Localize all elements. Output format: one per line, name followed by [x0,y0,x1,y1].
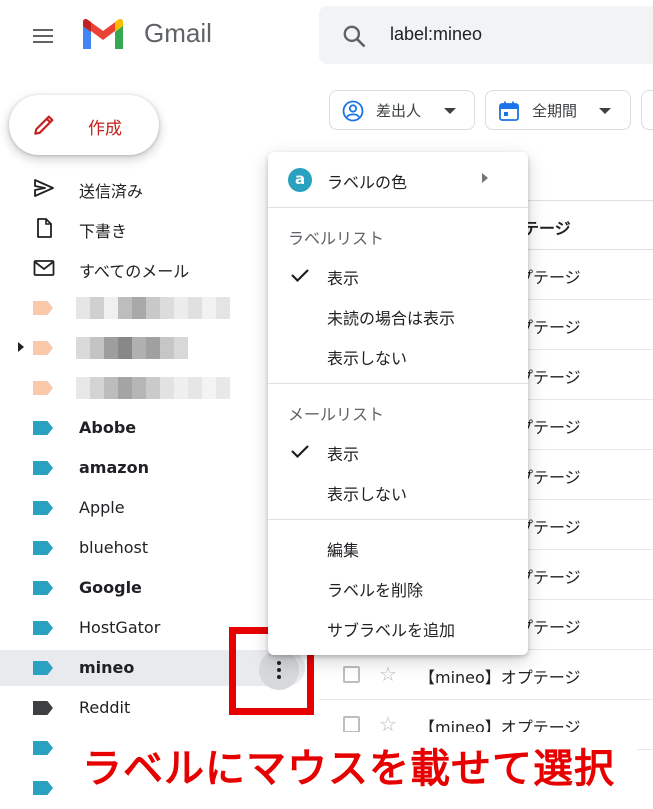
sidebar-item-label: Abobe [79,418,137,437]
sidebar-item-google[interactable]: Google [0,570,310,606]
label-tag-icon [33,378,55,398]
sidebar-item-apple[interactable]: Apple [0,490,310,526]
label-tag-icon [33,738,55,758]
label-tag-icon [33,458,55,478]
sidebar-item-label: 送信済み [79,182,144,201]
email-checkbox[interactable] [343,716,360,733]
menu-item-label: 表示しない [327,349,408,368]
menu-item-label: サブラベルを追加 [327,621,456,640]
blurred-label-text [76,377,230,399]
search-icon[interactable] [341,23,367,49]
sender-filter-chip[interactable]: 差出人 [329,90,475,130]
annotation-caption: ラベルにマウスを載せて選択 [72,732,637,794]
menu-divider [268,207,528,208]
email-subject: 【mineo】オプテージ [419,668,581,687]
menu-item-label-list-hide[interactable]: 表示しない [268,338,528,374]
section-heading: メールリスト [288,405,385,424]
compose-button[interactable]: 作成 [9,95,159,155]
label-color-badge: a [288,168,312,192]
gmail-logo-icon[interactable] [80,17,126,53]
sidebar-item-label: Google [79,578,142,597]
sidebar-item-label: mineo [79,658,135,677]
submenu-arrow-icon [482,173,488,183]
dropdown-arrow-icon [444,108,456,114]
more-filter-chip[interactable] [641,90,653,130]
expand-arrow-icon[interactable] [18,342,24,352]
mail-icon [33,260,55,276]
sidebar-item-amazon[interactable]: amazon [0,450,310,486]
check-icon [291,269,309,283]
label-tag-icon [33,498,55,518]
sidebar-item-blurred-2[interactable] [0,330,310,366]
sidebar-item-label: Apple [79,498,125,517]
dropdown-arrow-icon [599,108,611,114]
sidebar-item-label: bluehost [79,538,149,557]
sidebar-item-abobe[interactable]: Abobe [0,410,310,446]
app-header: Gmail label:mineo [0,0,653,74]
caption-text: ラベルにマウスを載せて選択 [82,746,615,792]
label-tag-icon [33,578,55,598]
check-icon [291,445,309,459]
label-context-menu: a ラベルの色 ラベルリスト 表示 未読の場合は表示 表示しない メールリスト … [268,152,528,655]
email-row[interactable]: ☆ 【mineo】オプテージ [319,650,653,700]
sidebar-item-drafts[interactable]: 下書き [0,210,310,246]
menu-item-label: ラベルを削除 [327,581,424,600]
sidebar-item-all-mail[interactable]: すべてのメール [0,250,310,286]
star-icon[interactable]: ☆ [379,662,397,686]
sidebar-item-bluehost[interactable]: bluehost [0,530,310,566]
search-input[interactable]: label:mineo [390,24,482,45]
menu-item-label: 表示しない [327,485,408,504]
menu-item-label: 編集 [327,541,360,560]
email-checkbox[interactable] [343,666,360,683]
search-bar[interactable]: label:mineo [319,6,653,64]
sidebar-item-label: HostGator [79,618,161,637]
period-filter-label: 全期間 [532,102,578,120]
section-heading: ラベルリスト [288,229,385,248]
menu-item-add-sublabel[interactable]: サブラベルを追加 [268,610,528,646]
sidebar-item-sent[interactable]: 送信済み [0,170,310,206]
blurred-label-text [76,337,188,359]
label-tag-icon [33,658,55,678]
menu-item-label: 未読の場合は表示 [327,309,456,328]
calendar-icon [499,101,519,121]
menu-item-mail-list-hide[interactable]: 表示しない [268,474,528,510]
menu-item-delete-label[interactable]: ラベルを削除 [268,570,528,606]
sender-filter-label: 差出人 [376,102,422,120]
blurred-label-text [76,297,230,319]
menu-item-label-color[interactable]: a ラベルの色 [268,152,528,208]
menu-item-label: 表示 [327,445,360,464]
compose-label: 作成 [88,119,122,139]
label-tag-icon [33,418,55,438]
label-tag-icon [33,778,55,798]
menu-item-label-list-show[interactable]: 表示 [268,258,528,294]
period-filter-chip[interactable]: 全期間 [485,90,631,130]
menu-item-label-list-show-unread[interactable]: 未読の場合は表示 [268,298,528,334]
menu-item-label: ラベルの色 [327,173,408,192]
label-tag-icon [33,298,55,318]
person-circle-icon [342,100,364,122]
sidebar-item-blurred-3[interactable] [0,370,310,406]
sidebar-item-label: amazon [79,458,149,477]
gmail-brand-text: Gmail [144,18,212,48]
sidebar-item-label: Reddit [79,698,131,717]
pencil-icon [34,115,54,135]
label-tag-icon [33,698,55,718]
sidebar-item-label: すべてのメール [79,262,190,281]
label-tag-icon [33,338,55,358]
menu-divider [268,519,528,520]
send-icon [34,179,54,197]
main-menu-icon[interactable] [31,25,55,49]
draft-file-icon [37,218,52,238]
menu-item-mail-list-show[interactable]: 表示 [268,434,528,470]
sidebar-item-label: 下書き [79,222,128,241]
label-tag-icon [33,618,55,638]
menu-item-edit[interactable]: 編集 [268,530,528,566]
label-tag-icon [33,538,55,558]
sidebar-item-blurred-1[interactable] [0,290,310,326]
menu-divider [268,383,528,384]
menu-item-label: 表示 [327,269,360,288]
